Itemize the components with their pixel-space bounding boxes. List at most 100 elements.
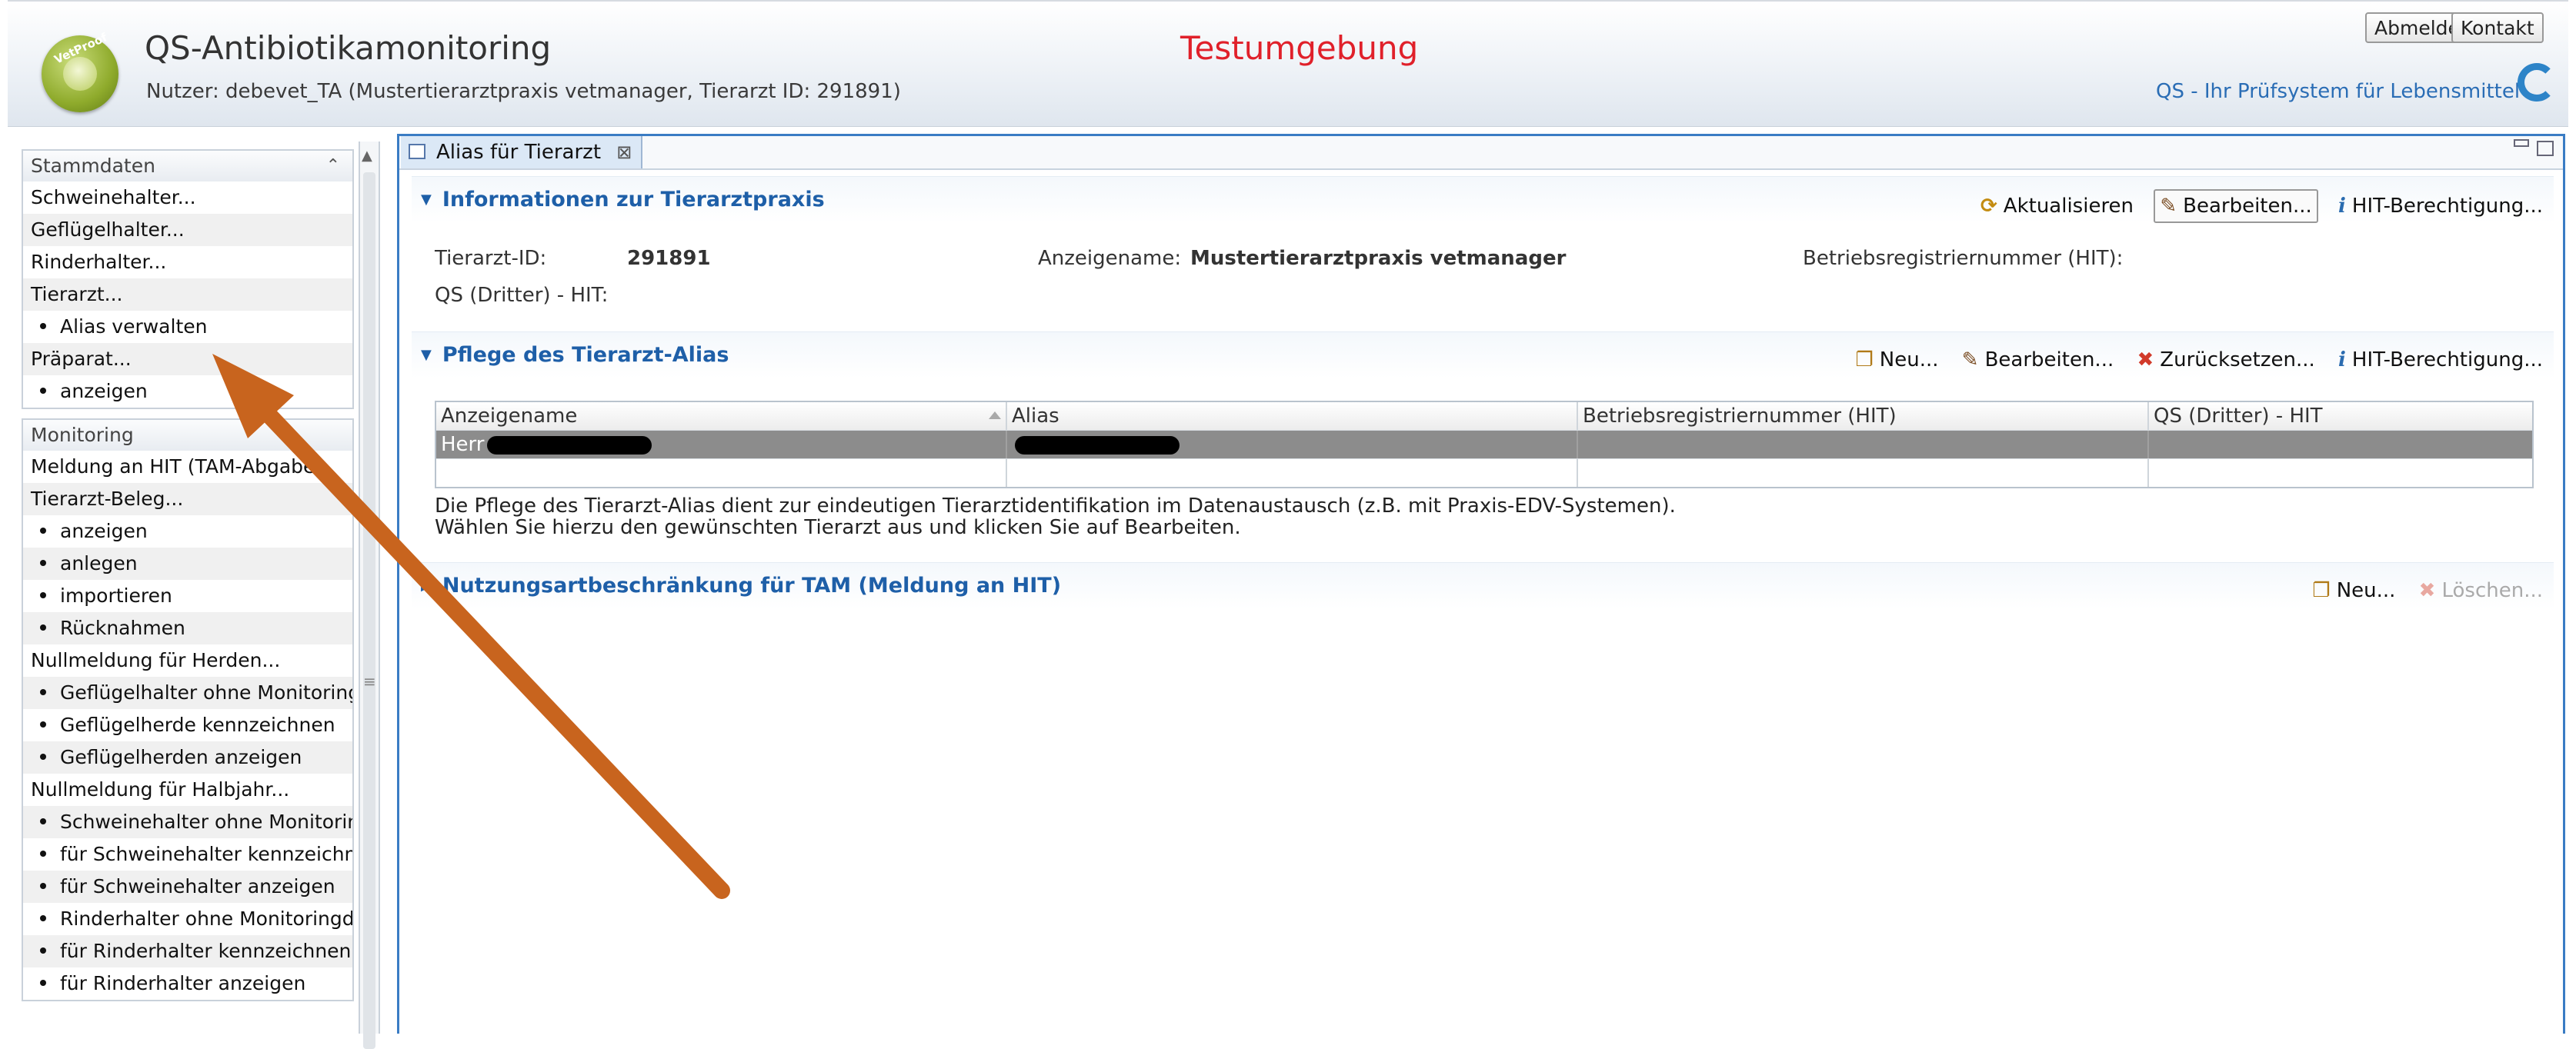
alias-section-toggle[interactable]: ▼ Pflege des Tierarzt-Alias xyxy=(421,343,729,367)
bullet-icon xyxy=(40,721,46,728)
nav-rinderhalter-ohne-monitoring[interactable]: Rinderhalter ohne Monitoringda xyxy=(23,903,352,935)
nav-item-label: anlegen xyxy=(60,552,138,574)
nav-item-label: Rücknahmen xyxy=(60,617,185,639)
double-chevron-up-icon[interactable]: ⌃ xyxy=(326,151,340,181)
tab-alias-tierarzt[interactable]: Alias für Tierarzt ⊠ xyxy=(401,136,643,168)
nav-gefluegelhalter[interactable]: Geflügelhalter... xyxy=(23,214,352,246)
nav-item-label: anzeigen xyxy=(60,380,148,402)
qs-slogan-link[interactable]: QS - Ihr Prüfsystem für Lebensmittel xyxy=(2156,80,2520,103)
info-icon: i xyxy=(2338,195,2346,218)
nav-tierarzt[interactable]: Tierarzt... xyxy=(23,278,352,311)
nav-gefluegelherde-kennzeichnen[interactable]: Geflügelherde kennzeichnen xyxy=(23,709,352,741)
hit-permission-button[interactable]: i HIT-Berechtigung... xyxy=(2335,191,2546,221)
new-restriction-button[interactable]: ❐ Neu... xyxy=(2309,575,2398,606)
delete-restriction-button[interactable]: ✖ Löschen... xyxy=(2416,575,2546,606)
nav-rinderhalter-anzeigen[interactable]: für Rinderhalter anzeigen xyxy=(23,967,352,1000)
nav-schweinehalter[interactable]: Schweinehalter... xyxy=(23,181,352,214)
nav-schweinehalter-ohne-monitoring[interactable]: Schweinehalter ohne Monitoring xyxy=(23,806,352,838)
alias-section-title: Pflege des Tierarzt-Alias xyxy=(442,343,729,367)
nav-praeparat-anzeigen[interactable]: anzeigen xyxy=(23,375,352,408)
nav-nullmeldung-halbjahr[interactable]: Nullmeldung für Halbjahr... xyxy=(23,774,352,806)
column-header-qs[interactable]: QS (Dritter) - HIT xyxy=(2149,402,2529,430)
delete-label: Löschen... xyxy=(2441,579,2543,602)
tierarzt-id-value: 291891 xyxy=(627,247,711,270)
info-section-header: ▼ Informationen zur Tierarztpraxis ⟳ Aktua… xyxy=(412,176,2554,223)
contact-button[interactable]: Kontakt xyxy=(2451,12,2544,43)
nav-rinderhalter-kennzeichnen[interactable]: für Rinderhalter kennzeichnen xyxy=(23,935,352,967)
stammdaten-title: Stammdaten xyxy=(31,155,155,177)
nutzung-section-title: Nutzungsartbeschränkung für TAM (Meldung… xyxy=(442,574,1062,598)
info-section-toggle[interactable]: ▼ Informationen zur Tierarztpraxis xyxy=(421,188,825,211)
red-x-icon: ✖ xyxy=(2137,348,2154,371)
red-x-icon: ✖ xyxy=(2418,579,2436,602)
column-header-alias[interactable]: Alias xyxy=(1007,402,1578,430)
column-header-betriebsnr[interactable]: Betriebsregistriernummer (HIT) xyxy=(1578,402,2149,430)
close-icon[interactable]: ⊠ xyxy=(616,142,632,163)
bullet-icon xyxy=(40,754,46,760)
hit-permission-alias-button[interactable]: i HIT-Berechtigung... xyxy=(2335,345,2546,375)
bullet-icon xyxy=(40,528,46,534)
nav-ruecknahmen[interactable]: Rücknahmen xyxy=(23,612,352,644)
reset-alias-button[interactable]: ✖ Zurücksetzen... xyxy=(2134,345,2318,375)
bullet-icon xyxy=(40,851,46,857)
navigation-panel: Stammdaten ⌃ Schweinehalter... Geflügelh… xyxy=(22,149,354,1001)
nav-meldung-hit[interactable]: Meldung an HIT (TAM-Abgabe) xyxy=(23,451,352,483)
environment-label: Testumgebung xyxy=(1180,29,1419,67)
bullet-icon xyxy=(40,980,46,986)
edit-label: Bearbeiten... xyxy=(2183,195,2312,218)
edit-info-button[interactable]: ✎ Bearbeiten... xyxy=(2154,189,2318,223)
nav-item-label: anzeigen xyxy=(60,520,148,542)
table-row[interactable]: Herr xyxy=(436,431,2532,459)
nav-nullmeldung-herden[interactable]: Nullmeldung für Herden... xyxy=(23,644,352,677)
edit-alias-button[interactable]: ✎ Bearbeiten... xyxy=(1959,345,2117,375)
nav-gefluegelhalter-ohne-monitoring[interactable]: Geflügelhalter ohne Monitoringd xyxy=(23,677,352,709)
new-alias-button[interactable]: ❐ Neu... xyxy=(1852,345,1941,375)
info-icon: i xyxy=(2338,348,2346,371)
monitoring-header[interactable]: Monitoring xyxy=(23,420,352,451)
scrollbar-thumb[interactable] xyxy=(363,172,375,1049)
nav-rinderhalter[interactable]: Rinderhalter... xyxy=(23,246,352,278)
info-section-actions: ⟳ Aktualisieren ✎ Bearbeiten... i HIT-Berec… xyxy=(1967,189,2546,223)
alias-table: Anzeigename Alias Betriebsregistriernumm… xyxy=(435,401,2534,488)
bullet-icon xyxy=(40,624,46,631)
refresh-button[interactable]: ⟳ Aktualisieren xyxy=(1977,191,2137,221)
pencil-icon: ✎ xyxy=(2160,195,2177,218)
cell-betriebsnr xyxy=(1578,431,2149,458)
nav-tierarzt-beleg[interactable]: Tierarzt-Beleg... xyxy=(23,483,352,515)
nav-item-label: Schweinehalter ohne Monitoring xyxy=(60,811,352,833)
nav-praeparat[interactable]: Präparat... xyxy=(23,343,352,375)
column-header-anzeigename[interactable]: Anzeigename xyxy=(436,402,1007,430)
qs-dritter-label: QS (Dritter) - HIT: xyxy=(435,284,609,307)
nav-item-label: für Schweinehalter anzeigen xyxy=(60,875,335,897)
scroll-up-icon[interactable]: ▲ xyxy=(362,148,372,164)
bullet-icon xyxy=(40,560,46,566)
nav-schweinehalter-kennzeichnen[interactable]: für Schweinehalter kennzeichne xyxy=(23,838,352,871)
qs-logo-icon xyxy=(2518,63,2556,102)
nav-beleg-anzeigen[interactable]: anzeigen xyxy=(23,515,352,548)
sort-ascending-icon xyxy=(989,411,1001,419)
nutzung-section-header: ▶ Nutzungsartbeschränkung für TAM (Meldun… xyxy=(412,562,2554,609)
betriebsnr-label: Betriebsregistriernummer (HIT): xyxy=(1803,247,2124,270)
pencil-icon: ✎ xyxy=(1961,348,1979,371)
tab-bar: Alias für Tierarzt ⊠ xyxy=(399,136,2563,170)
empty-cell xyxy=(1007,459,1578,487)
nav-item-label: Geflügelherde kennzeichnen xyxy=(60,714,335,736)
user-info: Nutzer: debevet_TA (Mustertierarztpraxis… xyxy=(146,80,901,103)
stammdaten-section: Stammdaten ⌃ Schweinehalter... Geflügelh… xyxy=(22,149,354,409)
nav-beleg-anlegen[interactable]: anlegen xyxy=(23,548,352,580)
maximize-icon[interactable] xyxy=(2537,141,2554,156)
nav-gefluegelherden-anzeigen[interactable]: Geflügelherden anzeigen xyxy=(23,741,352,774)
stammdaten-header[interactable]: Stammdaten ⌃ xyxy=(23,151,352,181)
splitter-grip-icon[interactable]: ≡ xyxy=(363,672,376,691)
navigation-scrollbar[interactable]: ▲ ≡ xyxy=(359,142,380,1049)
minimize-icon[interactable] xyxy=(2514,139,2529,147)
alias-note-line2: Wählen Sie hierzu den gewünschten Tierar… xyxy=(435,516,1241,539)
nav-beleg-importieren[interactable]: importieren xyxy=(23,580,352,612)
nutzung-section-toggle[interactable]: ▶ Nutzungsartbeschränkung für TAM (Meldun… xyxy=(421,574,1061,598)
nav-schweinehalter-anzeigen[interactable]: für Schweinehalter anzeigen xyxy=(23,871,352,903)
bullet-icon xyxy=(40,592,46,598)
alias-section-actions: ❐ Neu... ✎ Bearbeiten... ✖ Zurücksetzen... … xyxy=(1841,345,2546,375)
hit-label: HIT-Berechtigung... xyxy=(2351,195,2543,218)
nav-item-label: Rinderhalter ohne Monitoringda xyxy=(60,907,352,930)
nav-alias-verwalten[interactable]: Alias verwalten xyxy=(23,311,352,343)
